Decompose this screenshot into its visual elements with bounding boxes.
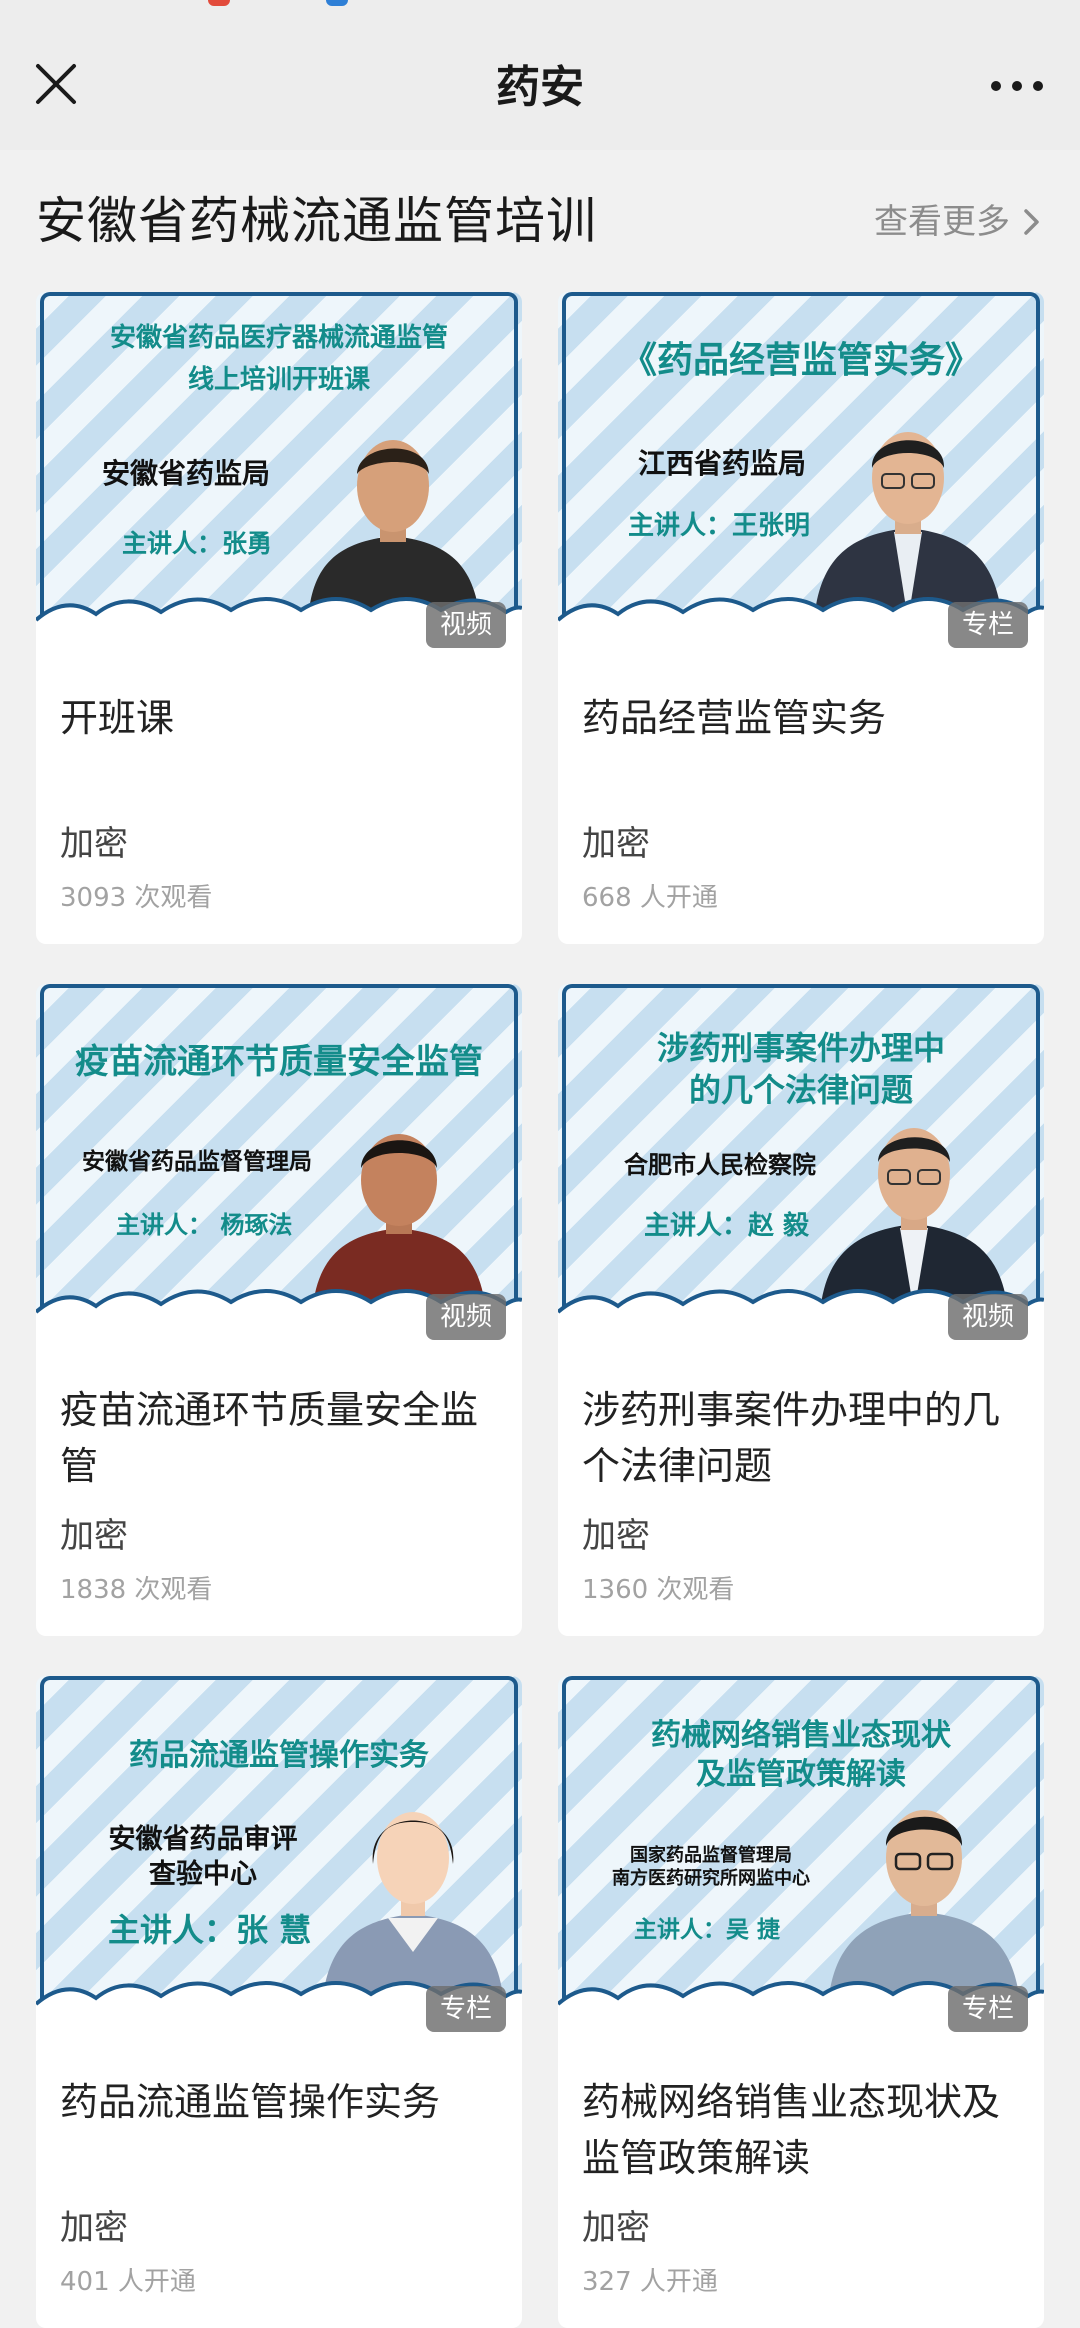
- course-card[interactable]: 药械网络销售业态现状 及监管政策解读 国家药品监督管理局 南方医药研究所网监中心…: [558, 1676, 1044, 2328]
- card-lock-status: 加密: [582, 1516, 650, 1556]
- thumbnail-speaker: 主讲人：吴 捷: [634, 1917, 781, 1943]
- thumbnail-speaker: 主讲人：张 慧: [108, 1911, 312, 1949]
- content-type-badge: 专栏: [947, 1986, 1028, 2032]
- card-stat: 1838 次观看: [60, 1575, 213, 1605]
- card-title: 涉药刑事案件办理中的几个法律问题: [582, 1388, 1001, 1488]
- thumbnail-headline: 及监管政策解读: [696, 1757, 906, 1792]
- course-thumbnail: 药品流通监管操作实务 安徽省药品审评 查验中心 主讲人：张 慧 专栏: [36, 1676, 522, 2044]
- card-stat: 401 人开通: [60, 2267, 196, 2297]
- thumbnail-org: 合肥市人民检察院: [624, 1151, 816, 1179]
- see-more-label: 查看更多: [874, 202, 1010, 242]
- content-type-badge: 专栏: [425, 1986, 506, 2032]
- course-card[interactable]: 涉药刑事案件办理中 的几个法律问题 合肥市人民检察院 主讲人：赵 毅 视频 涉药…: [558, 984, 1044, 1636]
- card-title: 药品经营监管实务: [582, 696, 887, 740]
- card-stat: 327 人开通: [582, 2267, 718, 2297]
- card-stat: 668 人开通: [582, 883, 718, 913]
- section-header: 安徽省药械流通监管培训 查看更多: [0, 150, 1080, 290]
- thumbnail-org: 查验中心: [149, 1859, 257, 1891]
- thumbnail-headline: 涉药刑事案件办理中: [656, 1029, 945, 1067]
- card-stat: 3093 次观看: [60, 883, 213, 913]
- thumbnail-headline: 的几个法律问题: [688, 1070, 913, 1109]
- course-thumbnail: 药械网络销售业态现状 及监管政策解读 国家药品监督管理局 南方医药研究所网监中心…: [558, 1676, 1044, 2044]
- course-card[interactable]: 安徽省药品医疗器械流通监管 线上培训开班课 安徽省药监局 主讲人：张勇 视频 开…: [36, 292, 522, 944]
- card-lock-status: 加密: [582, 2208, 650, 2248]
- thumbnail-headline: 安徽省药品医疗器械流通监管: [109, 323, 448, 353]
- thumbnail-speaker: 主讲人： 杨琢法: [116, 1211, 293, 1239]
- course-thumbnail: 涉药刑事案件办理中 的几个法律问题 合肥市人民检察院 主讲人：赵 毅 视频: [558, 984, 1044, 1352]
- more-options-button[interactable]: [982, 58, 1052, 114]
- content-type-badge: 专栏: [947, 602, 1028, 648]
- top-nav-bar: 药安: [0, 0, 1080, 150]
- card-lock-status: 加密: [60, 824, 128, 864]
- card-lock-status: 加密: [60, 1516, 128, 1556]
- thumbnail-headline: 药品流通监管操作实务: [129, 1738, 429, 1773]
- thumbnail-headline: 疫苗流通环节质量安全监管: [75, 1042, 483, 1082]
- more-icon: [991, 81, 1043, 91]
- card-lock-status: 加密: [60, 2208, 128, 2248]
- section-title: 安徽省药械流通监管培训: [36, 192, 597, 250]
- card-title: 药品流通监管操作实务: [60, 2080, 441, 2124]
- course-thumbnail: 《药品经营监管实务》 江西省药监局 主讲人：王张明 专栏: [558, 292, 1044, 660]
- thumbnail-org: 南方医药研究所网监中心: [612, 1868, 810, 1890]
- page-title: 药安: [496, 62, 584, 113]
- content-type-badge: 视频: [425, 602, 506, 648]
- content-type-badge: 视频: [947, 1294, 1028, 1340]
- thumbnail-speaker: 主讲人：赵 毅: [644, 1211, 810, 1241]
- content-type-badge: 视频: [425, 1294, 506, 1340]
- course-card[interactable]: 《药品经营监管实务》 江西省药监局 主讲人：王张明 专栏 药品经营监管实务 加密…: [558, 292, 1044, 944]
- thumbnail-org: 安徽省药监局: [102, 457, 271, 490]
- thumbnail-headline: 药械网络销售业态现状: [651, 1718, 951, 1753]
- card-stat: 1360 次观看: [582, 1575, 735, 1605]
- see-more-link[interactable]: 查看更多: [874, 200, 1042, 244]
- thumbnail-speaker: 主讲人：张勇: [122, 529, 273, 558]
- card-title: 开班课: [60, 696, 175, 740]
- thumbnail-org: 安徽省药品监督管理局: [82, 1149, 312, 1175]
- course-thumbnail: 疫苗流通环节质量安全监管 安徽省药品监督管理局 主讲人： 杨琢法 视频: [36, 984, 522, 1352]
- course-card[interactable]: 药品流通监管操作实务 安徽省药品审评 查验中心 主讲人：张 慧 专栏 药品流通监…: [36, 1676, 522, 2328]
- thumbnail-headline: 线上培训开班课: [187, 364, 370, 395]
- course-thumbnail: 安徽省药品医疗器械流通监管 线上培训开班课 安徽省药监局 主讲人：张勇 视频: [36, 292, 522, 660]
- thumbnail-org: 安徽省药品审评: [108, 1824, 298, 1855]
- thumbnail-org: 国家药品监督管理局: [630, 1845, 792, 1866]
- chevron-right-icon: [1024, 209, 1039, 235]
- thumbnail-org: 江西省药监局: [638, 447, 807, 480]
- status-bar-fragment: [200, 0, 380, 8]
- card-title: 疫苗流通环节质量安全监管: [60, 1388, 479, 1488]
- course-card[interactable]: 疫苗流通环节质量安全监管 安徽省药品监督管理局 主讲人： 杨琢法 视频 疫苗流通…: [36, 984, 522, 1636]
- card-title: 药械网络销售业态现状及监管政策解读: [582, 2080, 1001, 2180]
- thumbnail-speaker: 主讲人：王张明: [628, 511, 811, 541]
- card-lock-status: 加密: [582, 824, 650, 864]
- thumbnail-headline: 《药品经营监管实务》: [620, 340, 981, 381]
